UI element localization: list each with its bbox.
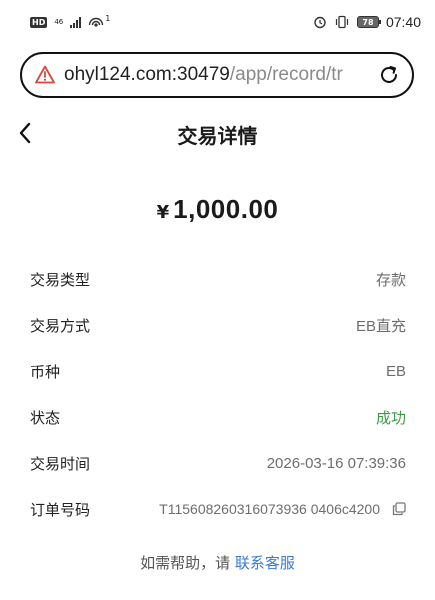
detail-label: 币种 — [30, 362, 61, 381]
transaction-details: 交易类型 存款 交易方式 EB直充 币种 EB 状态 成功 交易时间 2026-… — [30, 256, 406, 532]
detail-value: 2026-03-16 07:39:36 — [266, 454, 406, 472]
alarm-icon — [314, 16, 326, 29]
detail-value: EB直充 — [355, 317, 406, 335]
detail-row-status: 状态 成功 — [30, 394, 406, 440]
status-bar-left: HD 46 1 — [30, 13, 111, 29]
currency-symbol: ¥ — [156, 202, 170, 223]
wifi-hotspot-icon — [89, 17, 104, 27]
detail-label: 订单号码 — [30, 500, 91, 519]
warning-icon[interactable] — [34, 64, 56, 86]
detail-value: 存款 — [375, 271, 406, 289]
order-number-wrap: T115608260316073936 0406c4200 — [159, 501, 406, 517]
battery-icon: 78 — [356, 16, 381, 28]
detail-row-method: 交易方式 EB直充 — [30, 302, 406, 348]
detail-row-type: 交易类型 存款 — [30, 256, 406, 302]
reload-icon[interactable] — [376, 62, 402, 88]
url-text[interactable]: ohyl124.com:30479/app/record/tr — [64, 64, 370, 86]
detail-row-order-number: 订单号码 T115608260316073936 0406c4200 — [30, 486, 406, 532]
order-number-value: T115608260316073936 0406c4200 — [159, 501, 380, 517]
network-type: 46 — [54, 17, 64, 26]
help-footer: 如需帮助，请 联系客服 — [0, 552, 435, 573]
copy-icon[interactable] — [392, 502, 406, 516]
signal-icon — [70, 16, 82, 28]
detail-label: 交易类型 — [30, 270, 91, 289]
vibrate-icon — [335, 15, 349, 29]
network-sub-label: 46 — [54, 17, 64, 26]
detail-row-currency: 币种 EB — [30, 348, 406, 394]
page-header: 交易详情 — [0, 112, 435, 156]
detail-row-time: 交易时间 2026-03-16 07:39:36 — [30, 440, 406, 486]
help-text: 如需帮助，请 — [140, 554, 235, 572]
url-path: /app/record/tr — [229, 64, 343, 85]
status-bar-right: 78 07:40 — [313, 14, 421, 30]
detail-label: 状态 — [30, 408, 61, 427]
detail-label: 交易方式 — [30, 316, 91, 335]
back-arrow-icon[interactable] — [14, 120, 36, 146]
status-bar: HD 46 1 78 07:40 — [0, 0, 435, 44]
url-host: ohyl124.com:30479 — [64, 64, 230, 85]
amount-display: ¥ 1,000.00 — [0, 194, 435, 230]
page-title: 交易详情 — [177, 123, 258, 148]
status-badge: 成功 — [375, 409, 406, 427]
amount-value: 1,000.00 — [173, 194, 279, 224]
contact-support-link[interactable]: 联系客服 — [235, 554, 295, 572]
detail-label: 交易时间 — [30, 454, 91, 473]
url-bar[interactable]: ohyl124.com:30479/app/record/tr — [20, 52, 414, 98]
hd-badge: HD — [30, 16, 48, 28]
status-time: 07:40 — [385, 14, 421, 30]
wifi-level: 1 — [105, 13, 111, 23]
detail-value: EB — [385, 362, 406, 380]
